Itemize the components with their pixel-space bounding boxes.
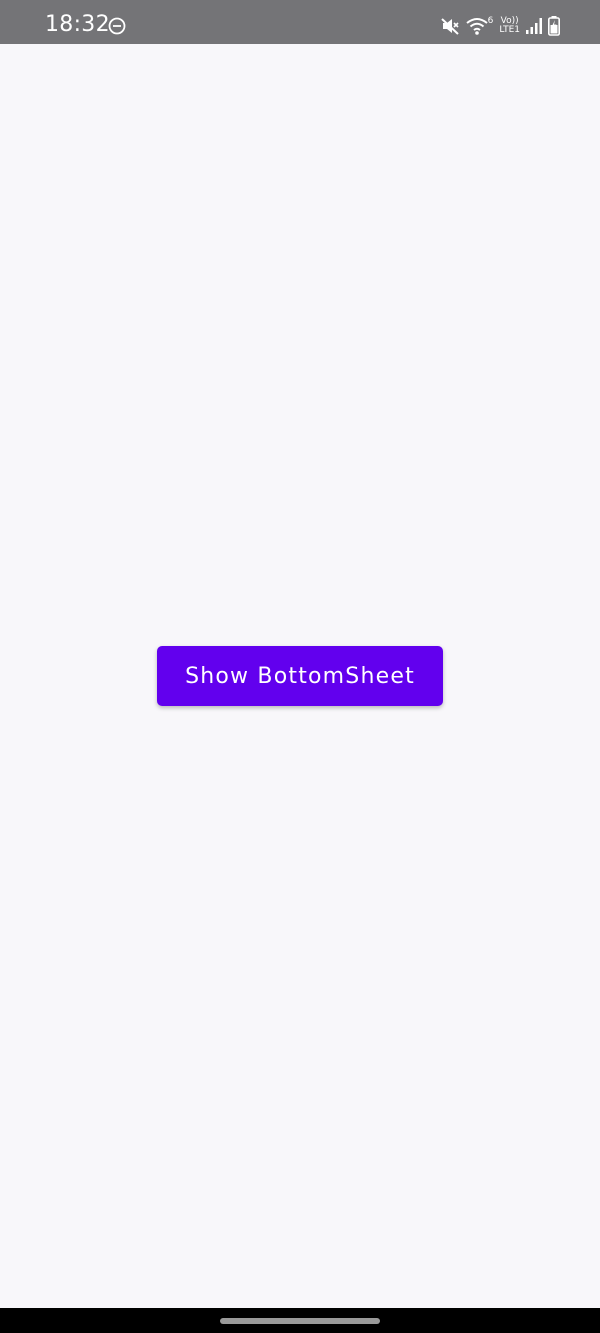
signal-sup: 6 bbox=[487, 15, 494, 26]
main-content: Show BottomSheet bbox=[0, 44, 600, 1308]
wifi-icon: 6 bbox=[465, 15, 494, 36]
do-not-disturb-icon bbox=[108, 17, 126, 35]
status-bar: 18:32 6 Vo)) LTE1 bbox=[0, 0, 600, 44]
mute-icon bbox=[440, 16, 460, 36]
signal-icon bbox=[526, 17, 542, 35]
volte-icon: Vo)) LTE1 bbox=[499, 17, 520, 35]
battery-icon bbox=[548, 16, 560, 36]
lte-label: LTE1 bbox=[499, 25, 520, 35]
clock: 18:32 bbox=[45, 12, 110, 37]
show-bottomsheet-button[interactable]: Show BottomSheet bbox=[157, 646, 443, 706]
status-icons: 6 Vo)) LTE1 bbox=[440, 14, 560, 38]
navigation-bar bbox=[0, 1308, 600, 1333]
home-handle[interactable] bbox=[220, 1318, 380, 1324]
